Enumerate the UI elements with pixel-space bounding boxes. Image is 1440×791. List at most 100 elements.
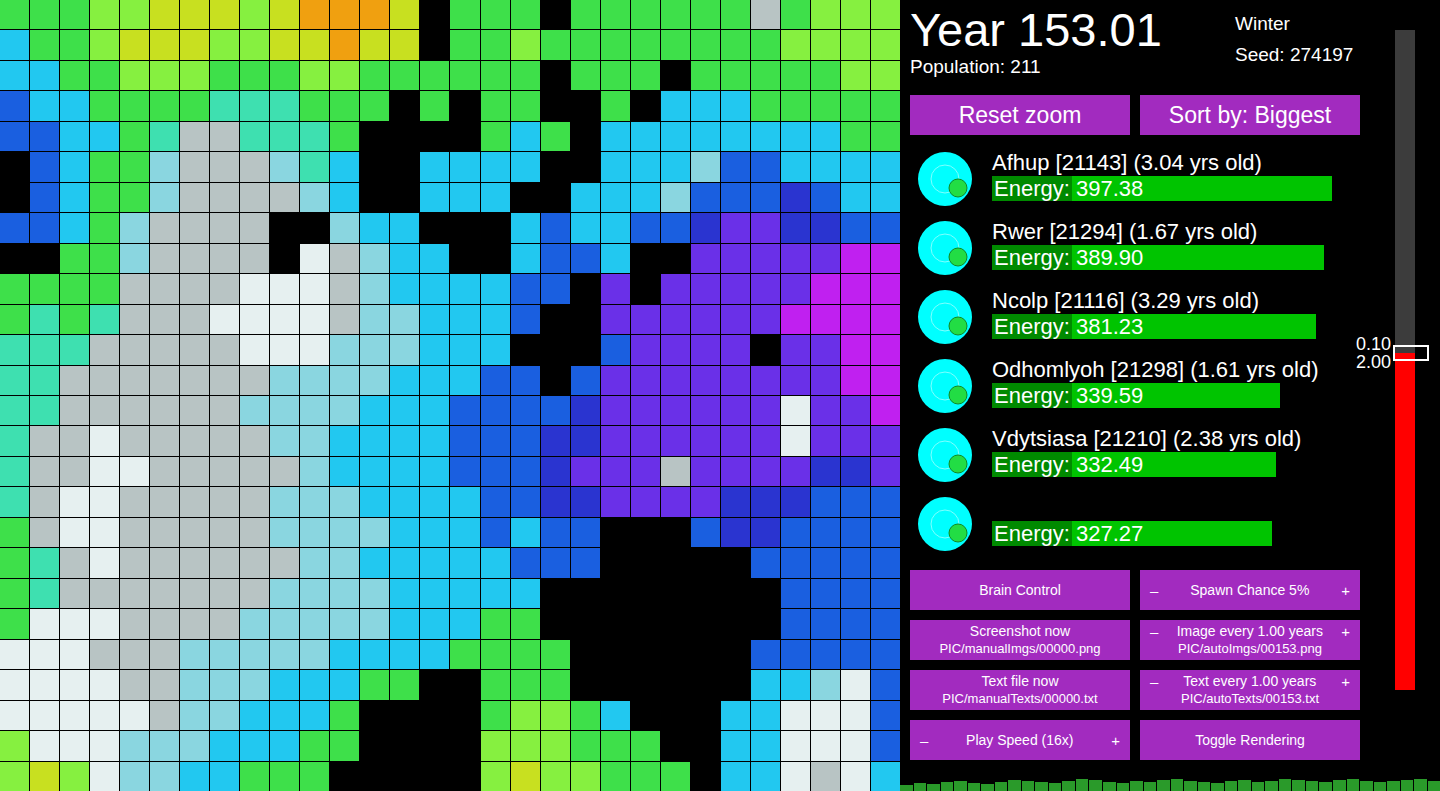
simulation-screen: Year 153.01Population: 211WinterSeed: 27…: [0, 0, 1440, 791]
minus-button[interactable]: –: [1144, 673, 1164, 690]
graph-bar: [1103, 782, 1116, 791]
map-tile: [330, 762, 359, 791]
map-tile: [871, 609, 900, 638]
top-button[interactable]: Sort by: Biggest: [1140, 95, 1360, 135]
map-tile: [90, 670, 119, 699]
map-tile: [871, 457, 900, 486]
map-tile: [751, 122, 780, 151]
creature-row[interactable]: Ncolp [21116] (3.29 yrs old)Energy: 381.…: [910, 288, 1390, 357]
map-tile: [541, 152, 570, 181]
map-tile: [721, 0, 750, 29]
map-tile: [30, 609, 59, 638]
map-tile: [60, 305, 89, 334]
map-tile: [601, 183, 630, 212]
map-tile: [300, 244, 329, 273]
map-tile: [360, 548, 389, 577]
map-tile: [360, 30, 389, 59]
map-tile: [781, 426, 810, 455]
map-tile: [781, 244, 810, 273]
map-tile: [210, 183, 239, 212]
map-tile: [90, 518, 119, 547]
plus-button[interactable]: +: [1335, 673, 1356, 690]
map-tile: [420, 0, 449, 29]
map-tile: [0, 518, 29, 547]
map-tile: [571, 91, 600, 120]
control-button[interactable]: Text file nowPIC/manualTexts/00000.txt: [910, 670, 1130, 710]
map-tile: [390, 366, 419, 395]
map-tile: [210, 609, 239, 638]
map-tile: [481, 762, 510, 791]
map-tile: [571, 487, 600, 516]
map-tile: [541, 701, 570, 730]
map-tile: [450, 213, 479, 242]
map-tile: [811, 213, 840, 242]
map-tile: [150, 518, 179, 547]
map-tile: [781, 91, 810, 120]
map-tile: [0, 640, 29, 669]
map-tile: [270, 609, 299, 638]
stepper-control[interactable]: –Image every 1.00 years+PIC/autoImgs/001…: [1140, 620, 1360, 660]
control-button[interactable]: Screenshot nowPIC/manualImgs/00000.png: [910, 620, 1130, 660]
map-tile: [511, 305, 540, 334]
creature-row[interactable]: Vdytsiasa [21210] (2.38 yrs old)Energy: …: [910, 426, 1390, 495]
map-tile: [60, 457, 89, 486]
map-tile: [661, 305, 690, 334]
stepper-control[interactable]: –Text every 1.00 years+PIC/autoTexts/001…: [1140, 670, 1360, 710]
map-tile: [360, 335, 389, 364]
map-tile: [150, 366, 179, 395]
map-tile: [450, 305, 479, 334]
map-tile: [30, 183, 59, 212]
minus-button[interactable]: –: [914, 732, 934, 749]
map-tile: [751, 152, 780, 181]
graph-bar: [1022, 781, 1035, 791]
map-tile: [330, 396, 359, 425]
map-tile: [571, 0, 600, 29]
map-tile: [871, 396, 900, 425]
map-tile: [390, 518, 419, 547]
map-tile: [420, 244, 449, 273]
map-tile: [601, 335, 630, 364]
world-map[interactable]: [0, 0, 900, 791]
map-tile: [120, 61, 149, 90]
creature-row[interactable]: Energy: 327.27: [910, 495, 1390, 564]
map-tile: [871, 548, 900, 577]
map-tile: [571, 396, 600, 425]
control-button[interactable]: Toggle Rendering: [1140, 720, 1360, 760]
seed-label: Seed: 274197: [1235, 39, 1353, 70]
map-tile: [691, 579, 720, 608]
map-tile: [120, 213, 149, 242]
minus-button[interactable]: –: [1144, 582, 1164, 599]
map-tile: [511, 609, 540, 638]
plus-button[interactable]: +: [1335, 623, 1356, 640]
graph-bar: [1401, 780, 1414, 791]
creature-row[interactable]: Odhomlyoh [21298] (1.61 yrs old)Energy: …: [910, 357, 1390, 426]
plus-button[interactable]: +: [1335, 582, 1356, 599]
map-tile: [661, 91, 690, 120]
slider-handle[interactable]: 0.102.00: [1393, 345, 1429, 361]
plus-button[interactable]: +: [1105, 732, 1126, 749]
map-tile: [541, 30, 570, 59]
zoom-slider[interactable]: 0.102.00: [1395, 30, 1415, 690]
map-tile: [330, 335, 359, 364]
map-tile: [511, 426, 540, 455]
creature-row[interactable]: Rwer [21294] (1.67 yrs old)Energy: 389.9…: [910, 219, 1390, 288]
map-tile: [721, 457, 750, 486]
map-tile: [60, 487, 89, 516]
control-button[interactable]: Brain Control: [910, 570, 1130, 610]
map-tile: [661, 670, 690, 699]
top-button[interactable]: Reset zoom: [910, 95, 1130, 135]
map-tile: [751, 305, 780, 334]
map-tile: [511, 30, 540, 59]
map-tile: [240, 762, 269, 791]
map-tile: [120, 305, 149, 334]
stepper-control[interactable]: –Play Speed (16x)+: [910, 720, 1130, 760]
energy-label: Energy: 381.23: [994, 314, 1143, 339]
map-tile: [240, 274, 269, 303]
map-tile: [721, 670, 750, 699]
map-tile: [120, 30, 149, 59]
map-tile: [481, 457, 510, 486]
map-tile: [90, 548, 119, 577]
stepper-control[interactable]: –Spawn Chance 5%+: [1140, 570, 1360, 610]
creature-row[interactable]: Afhup [21143] (3.04 yrs old)Energy: 397.…: [910, 150, 1390, 219]
minus-button[interactable]: –: [1144, 623, 1164, 640]
